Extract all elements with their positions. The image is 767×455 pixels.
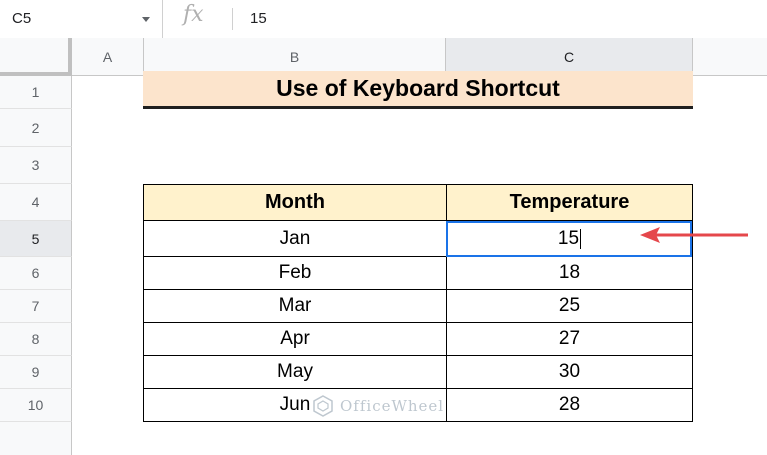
row-header-3[interactable]: 3: [0, 147, 72, 184]
row-header-7[interactable]: 7: [0, 290, 72, 323]
column-header-d[interactable]: [693, 38, 767, 76]
row-header-1[interactable]: 1: [0, 76, 72, 109]
watermark: OfficeWheel: [312, 395, 444, 417]
temperature-cell[interactable]: 27: [447, 323, 693, 356]
row-header-2[interactable]: 2: [0, 109, 72, 147]
name-box[interactable]: C5: [0, 0, 163, 38]
sheet-title[interactable]: Use of Keyboard Shortcut: [143, 71, 693, 109]
arrow-left-icon: [640, 227, 748, 243]
fx-icon: fx: [183, 2, 204, 27]
row-header-10[interactable]: 10: [0, 389, 72, 422]
row-header-5[interactable]: 5: [0, 221, 72, 257]
column-header-a[interactable]: A: [72, 38, 144, 76]
table-header-month[interactable]: Month: [143, 184, 447, 221]
row-header-4[interactable]: 4: [0, 184, 72, 221]
temperature-value: 15: [557, 227, 580, 249]
name-box-value: C5: [12, 10, 32, 27]
caret-down-icon[interactable]: [139, 12, 153, 26]
temperature-cell[interactable]: 25: [447, 290, 693, 323]
month-cell[interactable]: Feb: [143, 257, 447, 290]
watermark-logo-icon: [313, 395, 333, 417]
temperature-cell[interactable]: 18: [447, 257, 693, 290]
formula-input[interactable]: 15: [250, 10, 267, 27]
select-all-corner[interactable]: [0, 38, 72, 76]
month-cell[interactable]: May: [143, 356, 447, 389]
row-header-8[interactable]: 8: [0, 323, 72, 356]
formula-separator: [232, 8, 233, 30]
table-header-temperature[interactable]: Temperature: [447, 184, 693, 221]
temperature-cell[interactable]: 28: [447, 389, 693, 422]
row-header-11[interactable]: [0, 422, 72, 455]
temperature-cell[interactable]: 30: [447, 356, 693, 389]
month-cell[interactable]: Mar: [143, 290, 447, 323]
month-cell[interactable]: Jan: [143, 221, 447, 257]
watermark-text: OfficeWheel: [340, 397, 445, 415]
month-cell[interactable]: Apr: [143, 323, 447, 356]
formula-bar: C5 fx 15: [0, 0, 767, 39]
row-header-6[interactable]: 6: [0, 257, 72, 290]
row-header-9[interactable]: 9: [0, 356, 72, 389]
text-cursor: [580, 228, 582, 249]
